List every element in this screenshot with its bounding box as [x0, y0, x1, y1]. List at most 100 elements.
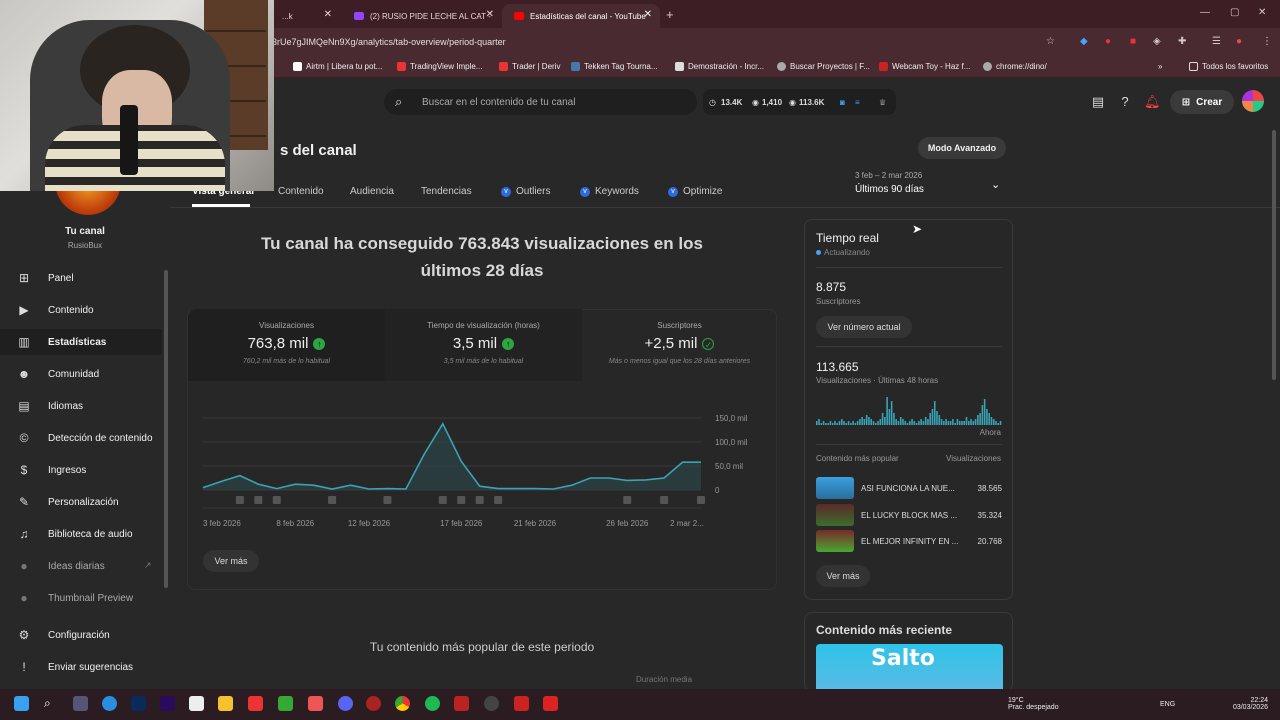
video-marker-icon[interactable] [494, 496, 503, 504]
realtime-bar[interactable] [913, 421, 916, 425]
realtime-bar[interactable] [983, 399, 986, 425]
weather-widget[interactable]: 19°C Prac. despejado [1008, 697, 1059, 711]
sidebar-item-settings[interactable]: ⚙ Configuración [0, 622, 162, 648]
spotify-icon[interactable] [425, 696, 440, 711]
new-tab-icon[interactable]: + [666, 7, 674, 22]
extension-icon[interactable]: ◆ [1080, 36, 1088, 47]
realtime-bar[interactable] [970, 419, 972, 425]
realtime-bar[interactable] [831, 423, 834, 425]
tab-optimize[interactable]: v Optimize [668, 186, 722, 197]
sidebar-item-daily-ideas[interactable]: ● Ideas diarias ↗ [0, 553, 162, 579]
video-marker-icon[interactable] [438, 496, 447, 504]
bookmark[interactable]: chrome://dino/ [983, 62, 1047, 71]
taskbar-app-icon[interactable] [514, 696, 529, 711]
views-chart[interactable]: 3 feb 2026 8 feb 2026 12 feb 2026 17 feb 20… [187, 400, 777, 540]
extension-icon[interactable]: ◈ [1153, 36, 1161, 47]
realtime-bar[interactable] [947, 421, 950, 425]
video-marker-icon[interactable] [475, 496, 484, 504]
bookmark[interactable]: Tekken Tag Tourna... [571, 62, 658, 71]
video-marker-icon[interactable] [457, 496, 466, 504]
photoshop-icon[interactable] [131, 696, 146, 711]
bookmark[interactable]: Demostración - Incr... [675, 62, 764, 71]
realtime-bar-chart[interactable] [816, 395, 1002, 425]
bookmark[interactable]: TradingView Imple... [397, 62, 482, 71]
sidebar-item-thumbnail-preview[interactable]: ● Thumbnail Preview [0, 585, 162, 611]
bookmark[interactable]: Buscar Proyectos | F... [777, 62, 870, 71]
metric-subscribers[interactable]: Suscriptores +2,5 mil ✓ Más o menos igual… [581, 309, 778, 381]
video-marker-icon[interactable] [235, 496, 244, 504]
realtime-bar[interactable] [843, 421, 845, 425]
file-explorer-icon[interactable] [218, 696, 233, 711]
realtime-bar[interactable] [816, 421, 818, 425]
clock[interactable]: 22:24 03/03/2026 [1226, 697, 1268, 711]
sidebar-item-panel[interactable]: ⊞ Panel [0, 265, 162, 291]
realtime-bar[interactable] [822, 421, 825, 425]
realtime-bar[interactable] [949, 421, 952, 425]
sidebar-item-earn[interactable]: $ Ingresos [0, 457, 162, 483]
realtime-bar[interactable] [940, 419, 943, 425]
bookmarks-folder[interactable]: Todos los favoritos [1189, 62, 1268, 71]
realtime-bar[interactable] [827, 423, 829, 425]
realtime-bar[interactable] [850, 423, 852, 425]
realtime-bar[interactable] [870, 419, 873, 425]
discord-icon[interactable] [338, 696, 353, 711]
realtime-bar[interactable] [890, 401, 893, 425]
media-icon[interactable]: ☰ [1212, 36, 1221, 47]
see-more-button[interactable]: Ver más [203, 550, 259, 572]
realtime-bar[interactable] [820, 423, 823, 425]
realtime-bar[interactable] [829, 421, 832, 425]
realtime-bar[interactable] [931, 409, 934, 425]
more-bookmarks-icon[interactable]: » [1158, 62, 1162, 71]
realtime-bar[interactable] [836, 423, 838, 425]
close-tab-icon[interactable]: ✕ [644, 9, 652, 20]
realtime-bar[interactable] [918, 421, 920, 425]
taskbar-app-icon[interactable] [543, 696, 558, 711]
brave-icon[interactable] [308, 696, 323, 711]
minecraft-icon[interactable] [278, 696, 293, 711]
metric-watch-time[interactable]: Tiempo de visualización (horas) 3,5 mil ↑… [385, 309, 582, 381]
minimize-icon[interactable]: — [1200, 7, 1210, 18]
sidebar-item-community[interactable]: ☻ Comunidad [0, 361, 162, 387]
sidebar-item-languages[interactable]: ▤ Idiomas [0, 393, 162, 419]
video-marker-icon[interactable] [383, 496, 392, 504]
see-current-count-button[interactable]: Ver número actual [816, 316, 912, 338]
realtime-bar[interactable] [897, 421, 900, 425]
sidebar-item-feedback[interactable]: ! Enviar sugerencias [0, 654, 162, 680]
realtime-bar[interactable] [895, 419, 897, 425]
realtime-bar[interactable] [952, 419, 954, 425]
menu-icon[interactable]: ⋮ [1262, 36, 1272, 47]
realtime-bar[interactable] [859, 419, 861, 425]
realtime-bar[interactable] [920, 419, 922, 425]
video-marker-icon[interactable] [660, 496, 669, 504]
realtime-bar[interactable] [961, 421, 963, 425]
realtime-bar[interactable] [881, 413, 884, 425]
taskbar-app-icon[interactable] [189, 696, 204, 711]
advanced-mode-button[interactable]: Modo Avanzado [918, 137, 1006, 159]
realtime-bar[interactable] [834, 421, 836, 425]
tab-audience[interactable]: Audiencia [350, 186, 394, 197]
avatar[interactable] [1242, 90, 1264, 112]
search-input[interactable]: ⌕ Buscar en el contenido de tu canal [384, 89, 697, 115]
video-marker-icon[interactable] [328, 496, 337, 504]
close-window-icon[interactable]: ✕ [1258, 7, 1266, 18]
taskbar-app-icon[interactable] [366, 696, 381, 711]
realtime-bar[interactable] [886, 397, 888, 425]
main-scrollbar[interactable] [1272, 130, 1276, 380]
close-tab-icon[interactable]: ✕ [486, 9, 494, 20]
realtime-bar[interactable] [997, 423, 1000, 425]
realtime-bar[interactable] [974, 419, 977, 425]
premiere-icon[interactable] [160, 696, 175, 711]
realtime-bar[interactable] [845, 423, 848, 425]
realtime-bar[interactable] [954, 423, 956, 425]
create-button[interactable]: ⊞ Crear [1170, 90, 1234, 114]
captions-icon[interactable]: ▤ [1090, 94, 1106, 110]
video-marker-icon[interactable] [623, 496, 632, 504]
video-marker-icon[interactable] [272, 496, 281, 504]
realtime-bar[interactable] [861, 417, 863, 425]
realtime-bar[interactable] [874, 423, 877, 425]
list-item[interactable]: EL MEJOR INFINITY EN ... 20.768 [816, 530, 1002, 552]
list-item[interactable]: EL LUCKY BLOCK MAS ... 35.324 [816, 504, 1002, 526]
search-icon[interactable]: ⌕ [44, 696, 59, 711]
browser-tab-active[interactable]: Estadísticas del canal - YouTube ✕ [502, 4, 660, 28]
realtime-bar[interactable] [909, 421, 911, 425]
